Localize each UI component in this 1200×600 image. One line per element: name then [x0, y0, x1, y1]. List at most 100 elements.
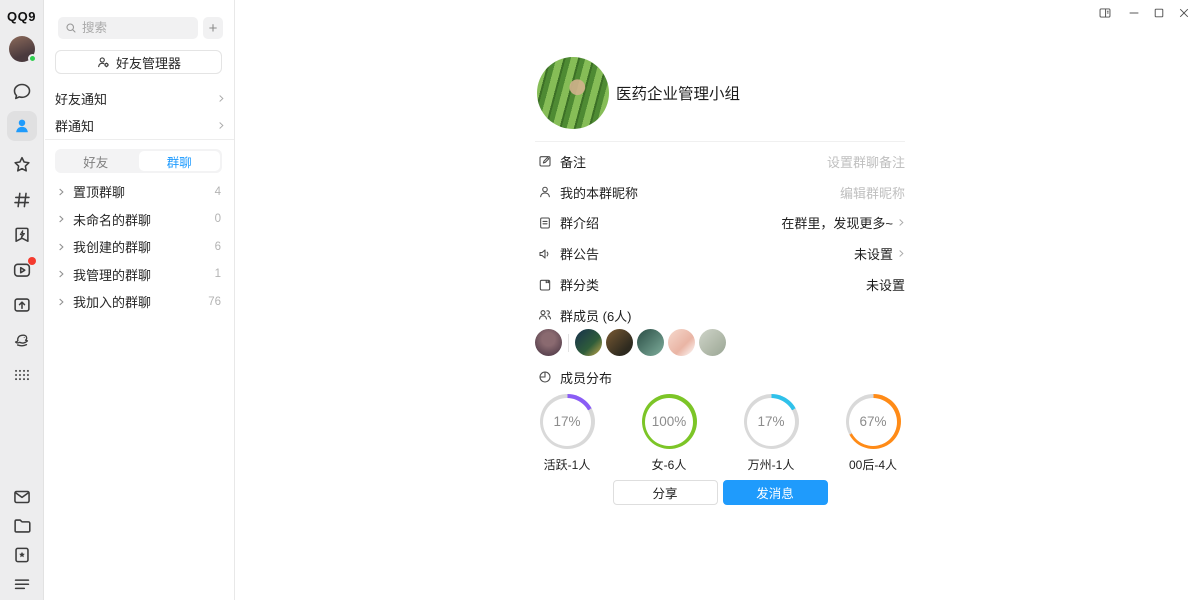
friend-manager-button[interactable]: 好友管理器 [55, 50, 222, 74]
friend-manager-label: 好友管理器 [116, 53, 181, 72]
mail-icon[interactable] [11, 486, 33, 508]
member-avatar[interactable] [637, 329, 664, 356]
grid-dots-icon[interactable] [11, 364, 33, 386]
chevron-right-icon [217, 120, 225, 131]
frame-arrow-icon[interactable] [11, 294, 33, 316]
caret-right-icon [57, 269, 65, 279]
category-label: 未命名的群聊 [73, 210, 151, 229]
panel-divider [45, 139, 234, 140]
window-controls [1097, 5, 1192, 21]
group-info-rows: 备注 设置群聊备注 我的本群昵称 编辑群昵称 群介绍 在群里，发现更多~ 群公告… [535, 146, 905, 300]
group-category-unnamed[interactable]: 未命名的群聊 0 [45, 206, 234, 234]
donut-active: 17% 活跃-1人 [535, 394, 599, 473]
add-button[interactable]: + [203, 17, 223, 39]
donut-chart: 67% [846, 394, 901, 449]
donut-percent: 100% [652, 414, 687, 429]
online-status-dot [28, 54, 37, 63]
friend-notice-item[interactable]: 好友通知 [55, 85, 225, 111]
donut-percent: 17% [553, 414, 580, 429]
folder-icon[interactable] [11, 515, 33, 537]
donut-label: 活跃-1人 [544, 456, 591, 473]
search-icon [65, 22, 77, 34]
app-rail: QQ9 [0, 0, 44, 600]
tab-friends[interactable]: 好友 [55, 149, 137, 173]
goose-icon[interactable] [11, 329, 33, 351]
donut-region: 17% 万州-1人 [739, 394, 803, 473]
caret-right-icon [57, 187, 65, 197]
member-avatar[interactable] [668, 329, 695, 356]
group-category-pinned[interactable]: 置顶群聊 4 [45, 178, 234, 206]
contacts-panel: + 好友管理器 好友通知 群通知 好友 群聊 置顶群聊 4 未命名的群聊 [45, 0, 235, 600]
person-icon [537, 184, 553, 200]
close-icon[interactable] [1176, 5, 1192, 21]
category-label: 我创建的群聊 [73, 237, 151, 256]
send-message-button[interactable]: 发消息 [723, 480, 828, 505]
member-distribution-charts: 17% 活跃-1人 100% 女-6人 17% 万州-1人 67% 00后-4人 [535, 394, 905, 473]
contacts-person-icon[interactable] [7, 111, 37, 141]
group-category-row[interactable]: 群分类 未设置 [535, 269, 905, 300]
distribution-section-label: 成员分布 [535, 362, 905, 392]
menu-icon[interactable] [11, 573, 33, 595]
group-announcement-row[interactable]: 群公告 未设置 [535, 238, 905, 269]
donut-percent: 17% [757, 414, 784, 429]
chevron-right-icon [217, 93, 225, 104]
bookmark-flash-icon[interactable] [11, 224, 33, 246]
member-avatar[interactable] [575, 329, 602, 356]
category-label: 置顶群聊 [73, 182, 125, 201]
row-label: 备注 [560, 152, 586, 171]
share-button[interactable]: 分享 [613, 480, 718, 505]
caret-right-icon [57, 242, 65, 252]
group-category-joined[interactable]: 我加入的群聊 76 [45, 288, 234, 316]
group-category-managed[interactable]: 我管理的群聊 1 [45, 261, 234, 289]
group-title: 医药企业管理小组 [616, 82, 740, 104]
category-count: 76 [208, 296, 221, 308]
group-intro-row[interactable]: 群介绍 在群里，发现更多~ [535, 208, 905, 239]
tab-groups[interactable]: 群聊 [139, 151, 221, 171]
category-count: 1 [215, 268, 221, 280]
qq-logo: QQ9 [7, 9, 36, 24]
group-notice-item[interactable]: 群通知 [55, 112, 225, 138]
group-category-created[interactable]: 我创建的群聊 6 [45, 233, 234, 261]
chat-bubble-icon[interactable] [11, 81, 33, 103]
star-icon[interactable] [11, 154, 33, 176]
member-avatar-strip [535, 329, 726, 356]
notification-badge [28, 257, 36, 265]
donut-percent: 67% [859, 414, 886, 429]
member-avatar[interactable] [699, 329, 726, 356]
row-label: 群公告 [560, 244, 599, 263]
hash-icon[interactable] [11, 189, 33, 211]
pie-chart-icon [537, 369, 553, 385]
edit-icon [537, 153, 553, 169]
remark-row[interactable]: 备注 设置群聊备注 [535, 146, 905, 177]
category-count: 0 [215, 213, 221, 225]
category-count: 4 [215, 186, 221, 198]
user-avatar[interactable] [9, 36, 35, 62]
minimize-icon[interactable] [1126, 5, 1142, 21]
member-avatar[interactable] [535, 329, 562, 356]
chevron-right-icon [897, 248, 905, 259]
category-count: 6 [215, 241, 221, 253]
donut-female: 100% 女-6人 [637, 394, 701, 473]
search-input[interactable] [82, 21, 191, 35]
document-icon [537, 215, 553, 231]
row-value: 未设置 [854, 244, 893, 263]
person-gear-icon [96, 55, 111, 70]
members-label-text: 群成员 (6人) [560, 306, 632, 325]
speaker-icon [537, 246, 553, 262]
donut-label: 万州-1人 [748, 456, 795, 473]
video-play-icon[interactable] [11, 259, 33, 281]
member-avatar[interactable] [606, 329, 633, 356]
group-avatar[interactable] [537, 57, 609, 129]
header-divider [535, 141, 905, 142]
friend-notice-label: 好友通知 [55, 89, 107, 108]
donut-chart: 17% [540, 394, 595, 449]
row-label: 我的本群昵称 [560, 183, 638, 202]
search-box[interactable] [58, 17, 198, 39]
maximize-icon[interactable] [1151, 5, 1167, 21]
panel-toggle-icon[interactable] [1097, 5, 1113, 21]
bookmark-star-icon[interactable] [11, 544, 33, 566]
nickname-row[interactable]: 我的本群昵称 编辑群昵称 [535, 177, 905, 208]
members-section-label: 群成员 (6人) [535, 300, 905, 330]
group-category-list: 置顶群聊 4 未命名的群聊 0 我创建的群聊 6 我管理的群聊 1 我加入的群聊… [45, 178, 234, 316]
caret-right-icon [57, 297, 65, 307]
